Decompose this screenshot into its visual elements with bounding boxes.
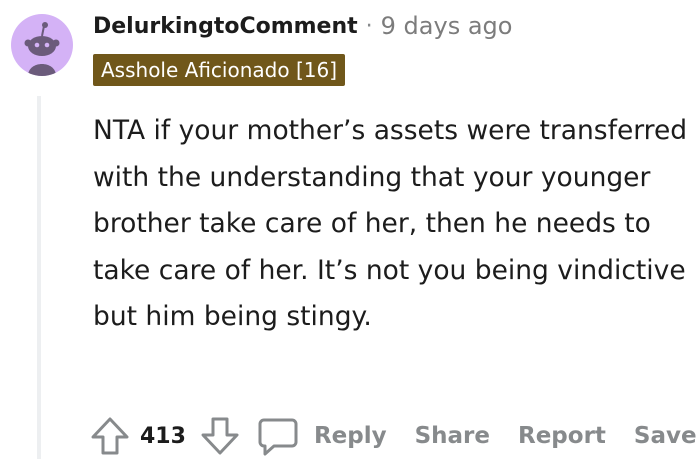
speech-bubble-icon — [258, 418, 298, 456]
report-button[interactable]: Report — [518, 423, 606, 449]
user-flair: Asshole Aficionado [16] — [93, 54, 345, 86]
arrow-up-icon — [91, 417, 129, 455]
arrow-down-icon — [201, 417, 239, 455]
comment-body: NTA if your mother’s assets were transfe… — [93, 115, 688, 332]
avatar[interactable] — [11, 14, 73, 76]
comment-header: DelurkingtoComment · 9 days ago — [93, 8, 512, 44]
separator-dot: · — [365, 13, 373, 39]
vote-count: 413 — [140, 423, 186, 449]
comment-actions: 413 Reply Share Report Save — [88, 410, 697, 462]
thread-line[interactable] — [37, 96, 41, 459]
reply-button[interactable]: Reply — [256, 414, 387, 458]
save-button[interactable]: Save — [634, 423, 697, 449]
reply-label: Reply — [313, 423, 387, 449]
snoo-avatar-icon — [24, 22, 60, 76]
downvote-button[interactable] — [198, 414, 242, 458]
timestamp[interactable]: 9 days ago — [381, 12, 513, 40]
share-button[interactable]: Share — [415, 423, 490, 449]
username[interactable]: DelurkingtoComment — [93, 14, 358, 39]
upvote-button[interactable] — [88, 414, 132, 458]
